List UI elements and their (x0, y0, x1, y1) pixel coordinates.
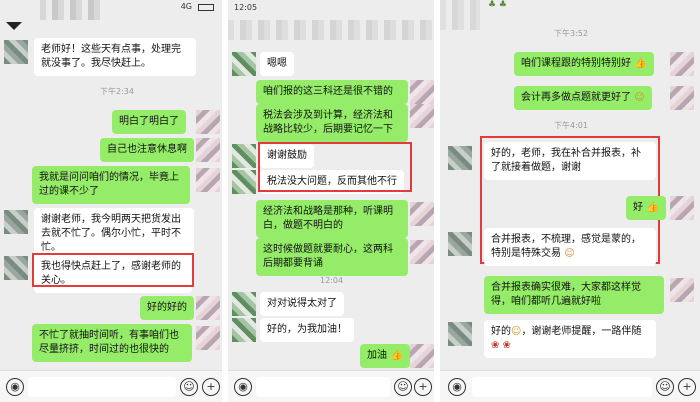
message-bubble: 明白了明白了 (112, 110, 186, 134)
avatar[interactable] (196, 296, 220, 320)
input-bar: ◉ ☺ + (0, 370, 222, 402)
message-text: 好 (633, 202, 643, 213)
avatar[interactable] (410, 344, 434, 368)
message-bubble: 合并报表，不梳理，感觉是蒙的，特别是特殊交易 ☺ (484, 228, 656, 266)
avatar[interactable] (670, 196, 694, 220)
avatar[interactable] (232, 144, 256, 168)
message-bubble: 好的，为我加油！ (260, 318, 354, 342)
blurred-header (40, 0, 100, 20)
message-bubble: 自己也注意休息啊 (100, 138, 194, 162)
avatar[interactable] (4, 256, 28, 280)
message-text: ，谢谢老师提醒，一路伴随 (521, 326, 642, 337)
sweat-smile-icon: ☺ (564, 248, 575, 259)
message-bubble: 好的好的 (140, 296, 194, 320)
message-bubble: 老师好！这些天有点事，处理完就没事了。我尽快赶上。 (34, 38, 196, 76)
rose-icon: ❀ ❀ (491, 340, 511, 351)
message-bubble: 加油 👍 (360, 344, 410, 368)
message-bubble: 不忙了就抽时间听，有事咱们也尽量挤挤，时间过的也很快的 (32, 324, 192, 362)
chat-panel-3: ♣ ♣ 下午3:52 咱们课程跟的特别特别好 👍 会计再多做点题就更好了 ☺ 下… (440, 0, 700, 402)
battery-icon (198, 4, 214, 11)
flower-emoji-icon: ♣ ♣ (488, 0, 507, 10)
input-bar: ◉ ☺ + (440, 370, 700, 402)
message-bubble: 经济法和战略是那种，听课明白，做题不明白的 (256, 200, 408, 238)
avatar[interactable] (232, 52, 256, 76)
emoji-icon[interactable]: ☺ (180, 378, 198, 396)
plus-icon[interactable]: + (202, 378, 220, 396)
avatar[interactable] (196, 168, 220, 192)
thumbs-up-icon: 👍 (390, 350, 403, 361)
signal-indicator: 4G (180, 2, 192, 11)
message-input[interactable] (28, 377, 176, 397)
timestamp: 下午2:34 (100, 87, 134, 96)
highlight-box (32, 253, 194, 287)
blurred-header (228, 20, 434, 40)
blurred-header (440, 0, 480, 30)
back-arrow-icon[interactable] (6, 22, 22, 30)
thumbs-up-icon: 👍 (646, 202, 659, 213)
thumbs-up-icon: 👍 (634, 58, 647, 69)
avatar[interactable] (196, 138, 220, 162)
message-bubble: 好的☺，谢谢老师提醒，一路伴随 ❀ ❀ (484, 320, 656, 358)
chat-panel-1: 4G 老师好！这些天有点事，处理完就没事了。我尽快赶上。 下午2:34 明白了明… (0, 0, 222, 402)
message-text: 咱们课程跟的特别特别好 (521, 58, 631, 69)
chat-panel-2: 12:05 嗯嗯 咱们报的这三科还是很不错的 税法会涉及到计算，经济法和战略比较… (228, 0, 434, 402)
avatar[interactable] (670, 52, 694, 76)
avatar[interactable] (410, 104, 434, 128)
avatar[interactable] (232, 292, 256, 316)
message-bubble: 税法会涉及到计算，经济法和战略比较少，后期要记忆一下 (256, 104, 408, 142)
avatar[interactable] (232, 170, 256, 194)
avatar[interactable] (670, 86, 694, 110)
avatar[interactable] (448, 146, 472, 170)
voice-icon[interactable]: ◉ (448, 378, 466, 396)
status-bar: 12:05 (228, 0, 434, 16)
message-bubble: 嗯嗯 (260, 52, 294, 76)
message-text: 好的 (491, 326, 511, 337)
message-bubble: 好的，老师，我在补合并报表，补了就接着做题，谢谢 (484, 142, 656, 180)
timestamp: 下午4:01 (554, 121, 588, 130)
message-bubble: 会计再多做点题就更好了 ☺ (514, 86, 652, 110)
message-text: 会计再多做点题就更好了 (521, 92, 631, 103)
emoji-icon[interactable]: ☺ (656, 378, 674, 396)
message-bubble: 我就是问问咱们的情况，毕竟上过的课不少了 (32, 166, 190, 204)
smile-icon: ☺ (634, 92, 645, 103)
avatar[interactable] (196, 326, 220, 350)
voice-icon[interactable]: ◉ (6, 378, 24, 396)
avatar[interactable] (448, 322, 472, 346)
avatar[interactable] (196, 110, 220, 134)
message-bubble: 这时候做题就要耐心，这两科后期都要背诵 (256, 238, 408, 276)
avatar[interactable] (410, 80, 434, 104)
timestamp: 12:04 (320, 276, 344, 285)
message-input[interactable] (256, 377, 390, 397)
plus-icon[interactable]: + (414, 378, 432, 396)
timestamp: 下午3:52 (554, 29, 588, 38)
plus-icon[interactable]: + (678, 378, 696, 396)
message-bubble: 好 👍 (626, 196, 666, 220)
avatar[interactable] (4, 210, 28, 234)
avatar[interactable] (410, 240, 434, 264)
status-time: 12:05 (234, 3, 258, 12)
avatar[interactable] (410, 202, 434, 226)
message-bubble: 咱们课程跟的特别特别好 👍 (514, 52, 654, 76)
message-bubble: 合并报表确实很难，大家都这样觉得，咱们都听几遍就好啦 (484, 276, 664, 314)
message-text: 加油 (367, 350, 387, 361)
avatar[interactable] (448, 232, 472, 256)
input-bar: ◉ ☺ + (228, 370, 434, 402)
status-bar: 4G (0, 0, 222, 16)
highlight-box (258, 142, 412, 192)
voice-icon[interactable]: ◉ (234, 378, 252, 396)
smile-icon: ☺ (511, 326, 522, 337)
message-input[interactable] (472, 377, 652, 397)
avatar[interactable] (232, 318, 256, 342)
message-bubble: 对对说得太对了 (260, 292, 344, 316)
avatar[interactable] (670, 278, 694, 302)
message-bubble: 咱们报的这三科还是很不错的 (256, 80, 408, 104)
avatar[interactable] (4, 40, 28, 64)
emoji-icon[interactable]: ☺ (394, 378, 412, 396)
